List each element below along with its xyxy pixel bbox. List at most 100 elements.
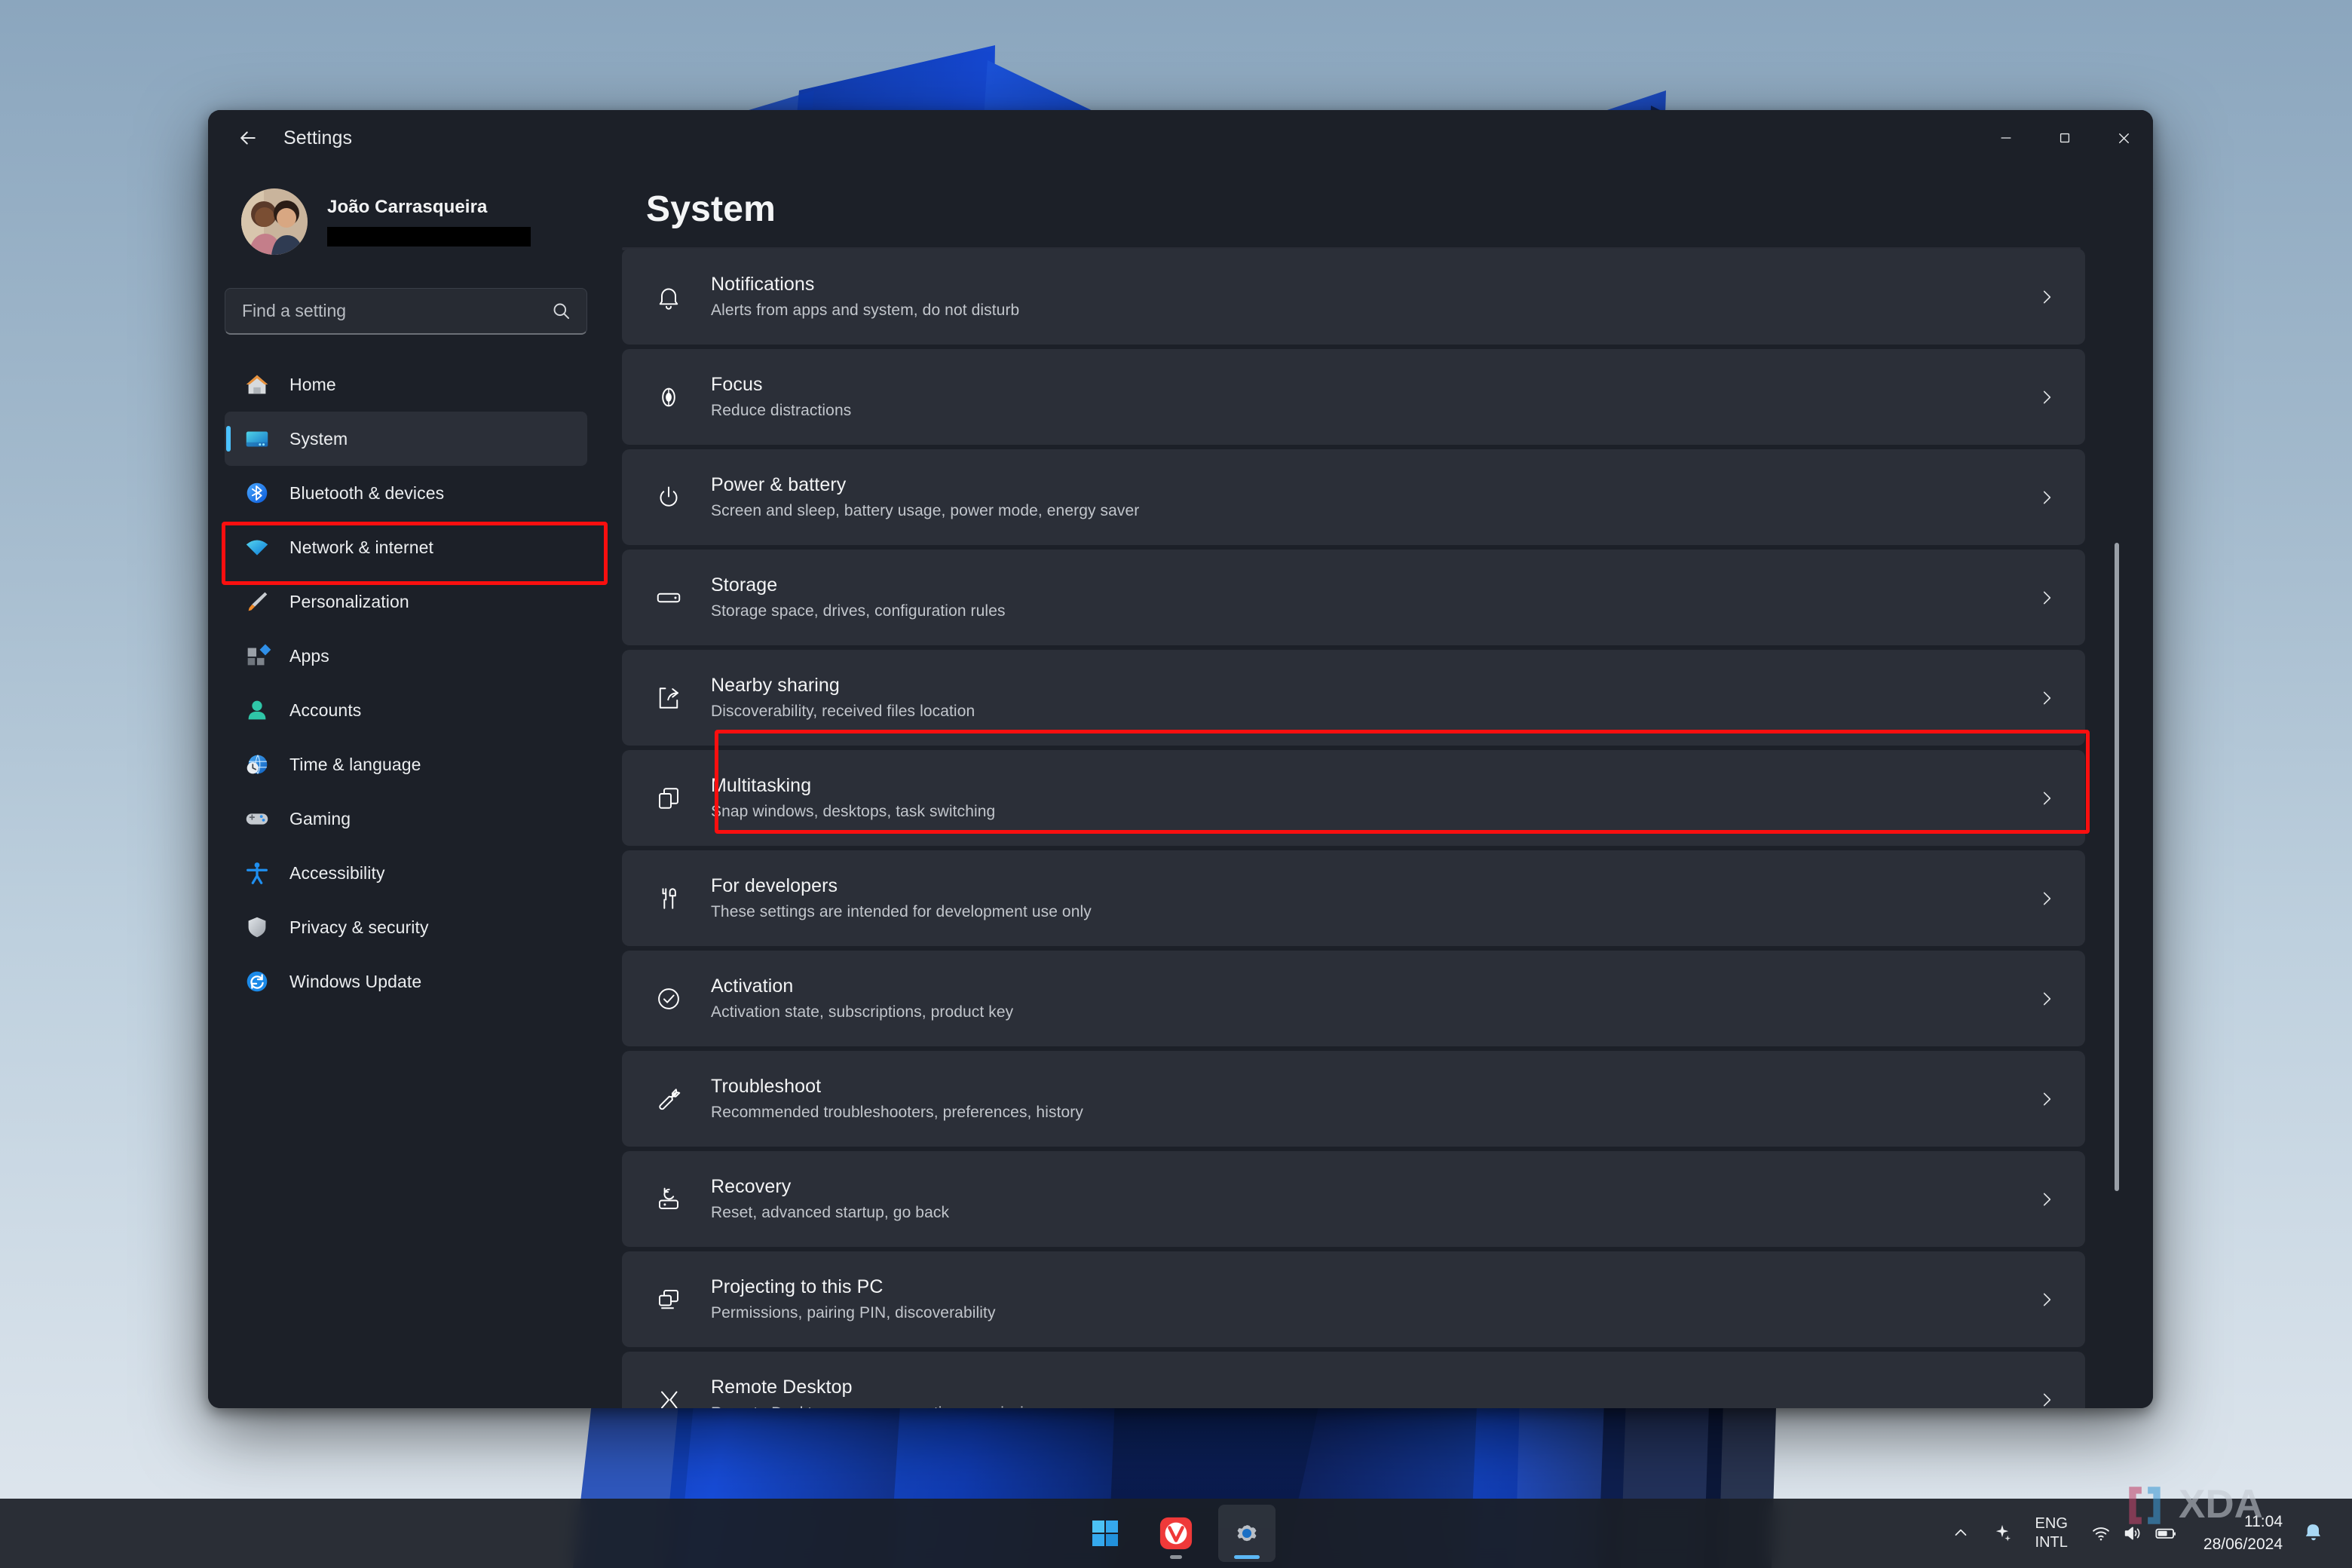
settings-gear-icon <box>1237 1525 1257 1542</box>
clock-globe-icon <box>241 749 273 780</box>
minimize-icon <box>2001 137 2011 139</box>
chevron-right-icon <box>2037 488 2056 507</box>
card-text: Remote Desktop Remote Desktop users, con… <box>711 1377 2037 1408</box>
sidebar: João Carrasqueira Find a setting Home Sy… <box>208 166 604 1408</box>
language-line-2: INTL <box>2035 1534 2068 1551</box>
sidebar-item-accounts[interactable]: Accounts <box>225 683 587 737</box>
remote-desktop-icon <box>648 1386 690 1409</box>
card-subtitle: Reduce distractions <box>711 402 852 419</box>
settings-list: Notifications Alerts from apps and syste… <box>622 249 2085 1408</box>
settings-card-projecting-to-this-pc[interactable]: Projecting to this PC Permissions, pairi… <box>622 1251 2085 1347</box>
sidebar-item-gaming[interactable]: Gaming <box>225 792 587 846</box>
taskbar-indicator <box>1234 1555 1260 1559</box>
card-subtitle: Snap windows, desktops, task switching <box>711 803 996 820</box>
settings-card-activation[interactable]: Activation Activation state, subscriptio… <box>622 951 2085 1046</box>
desktop: Settings João Carrasqueira Find a settin… <box>0 0 2352 1568</box>
back-button[interactable] <box>225 115 271 161</box>
taskbar-vivaldi-button[interactable] <box>1147 1505 1205 1562</box>
shield-icon <box>241 911 273 943</box>
settings-card-notifications[interactable]: Notifications Alerts from apps and syste… <box>622 249 2085 345</box>
settings-card-recovery[interactable]: Recovery Reset, advanced startup, go bac… <box>622 1151 2085 1247</box>
settings-card-remote-desktop[interactable]: Remote Desktop Remote Desktop users, con… <box>622 1352 2085 1408</box>
taskbar-start-button[interactable] <box>1076 1505 1134 1562</box>
settings-card-multitasking[interactable]: Multitasking Snap windows, desktops, tas… <box>622 750 2085 846</box>
minimize-button[interactable] <box>1977 110 2035 166</box>
settings-card-troubleshoot[interactable]: Troubleshoot Recommended troubleshooters… <box>622 1051 2085 1147</box>
card-text: Storage Storage space, drives, configura… <box>711 574 2037 620</box>
sidebar-item-windows-update[interactable]: Windows Update <box>225 954 587 1009</box>
developer-tools-icon <box>648 885 690 912</box>
checkmark-circle-icon <box>648 985 690 1012</box>
close-button[interactable] <box>2094 110 2153 166</box>
sidebar-item-bluetooth-devices[interactable]: Bluetooth & devices <box>225 466 587 520</box>
sidebar-item-label: Accounts <box>289 700 362 720</box>
card-text: For developers These settings are intend… <box>711 875 2037 921</box>
clock-date: 28/06/2024 <box>2203 1536 2283 1553</box>
taskbar: ENG INTL 11:04 28/06/2024 <box>0 1499 2352 1568</box>
search-box[interactable]: Find a setting <box>225 288 587 335</box>
sidebar-item-label: Network & internet <box>289 537 433 557</box>
card-title: Multitasking <box>711 775 812 796</box>
notification-bell-button[interactable] <box>2293 1522 2332 1545</box>
language-indicator[interactable]: ENG INTL <box>2023 1514 2080 1552</box>
quick-settings-button[interactable] <box>2080 1509 2188 1557</box>
settings-card-nearby-sharing[interactable]: Nearby sharing Discoverability, received… <box>622 650 2085 746</box>
card-text: Notifications Alerts from apps and syste… <box>711 274 2037 320</box>
sidebar-item-home[interactable]: Home <box>225 357 587 412</box>
card-text: Projecting to this PC Permissions, pairi… <box>711 1276 2037 1322</box>
search-input[interactable]: Find a setting <box>242 301 551 321</box>
settings-card-storage[interactable]: Storage Storage space, drives, configura… <box>622 550 2085 645</box>
scrollbar-thumb[interactable] <box>2115 543 2119 1191</box>
sidebar-nav: Home System Bluetooth & devices Network … <box>225 357 587 1009</box>
paintbrush-icon <box>241 586 273 617</box>
back-arrow-icon <box>240 131 256 145</box>
settings-card-focus[interactable]: Focus Reduce distractions <box>622 349 2085 445</box>
card-subtitle: Storage space, drives, configuration rul… <box>711 602 1006 620</box>
clock[interactable]: 11:04 28/06/2024 <box>2188 1511 2293 1556</box>
account-text: João Carrasqueira <box>327 197 531 247</box>
maximize-button[interactable] <box>2035 110 2094 166</box>
bluetooth-icon <box>241 477 273 509</box>
taskbar-apps <box>1076 1505 1276 1562</box>
close-icon <box>2118 133 2129 143</box>
wifi-icon <box>241 531 273 563</box>
chevron-right-icon <box>2037 688 2056 708</box>
accessibility-person-icon <box>241 857 273 889</box>
scrollbar-track[interactable] <box>2112 264 2121 1401</box>
multitasking-windows-icon <box>648 785 690 812</box>
sidebar-item-accessibility[interactable]: Accessibility <box>225 846 587 900</box>
sidebar-item-label: Apps <box>289 645 329 666</box>
wifi-tray-icon <box>2093 1527 2109 1541</box>
sidebar-item-label: Personalization <box>289 591 409 611</box>
show-hidden-icons-button[interactable] <box>1940 1509 1981 1557</box>
sidebar-item-system[interactable]: System <box>225 412 587 466</box>
card-text: Troubleshoot Recommended troubleshooters… <box>711 1076 2037 1122</box>
battery-tray-icon <box>2155 1528 2176 1539</box>
home-icon <box>241 369 273 400</box>
sidebar-item-privacy-security[interactable]: Privacy & security <box>225 900 587 954</box>
card-subtitle: Permissions, pairing PIN, discoverabilit… <box>711 1304 996 1321</box>
card-text: Focus Reduce distractions <box>711 374 2037 420</box>
sidebar-item-label: Bluetooth & devices <box>289 482 445 503</box>
settings-card-power-battery[interactable]: Power & battery Screen and sleep, batter… <box>622 449 2085 545</box>
sidebar-item-network-internet[interactable]: Network & internet <box>225 520 587 574</box>
card-subtitle: These settings are intended for developm… <box>711 903 1092 920</box>
window-titlebar: Settings <box>208 110 2153 166</box>
chevron-right-icon <box>2037 989 2056 1009</box>
bell-icon <box>648 283 690 311</box>
sidebar-item-personalization[interactable]: Personalization <box>225 574 587 629</box>
sidebar-item-apps[interactable]: Apps <box>225 629 587 683</box>
card-text: Nearby sharing Discoverability, received… <box>711 675 2037 721</box>
account-email-redaction <box>327 227 531 247</box>
page-title: System <box>646 189 776 229</box>
card-title: Nearby sharing <box>711 675 840 696</box>
chevron-right-icon <box>2037 789 2056 808</box>
search-icon <box>551 301 571 321</box>
sidebar-item-time-language[interactable]: Time & language <box>225 737 587 792</box>
copilot-button[interactable] <box>1981 1509 2023 1557</box>
windows-start-icon <box>1092 1521 1118 1546</box>
recovery-icon <box>648 1186 690 1213</box>
account-block[interactable]: João Carrasqueira <box>241 188 587 255</box>
taskbar-settings-button[interactable] <box>1218 1505 1276 1562</box>
settings-card-for-developers[interactable]: For developers These settings are intend… <box>622 850 2085 946</box>
